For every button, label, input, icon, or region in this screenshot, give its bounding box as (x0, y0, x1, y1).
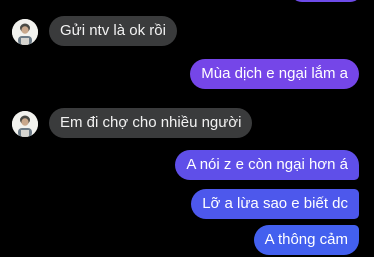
message-bubble-received[interactable]: Em đi chợ cho nhiều người (49, 108, 253, 138)
contact-avatar-icon[interactable] (12, 111, 38, 137)
message-bubble-received[interactable]: Gửi ntv là ok rồi (49, 16, 177, 46)
message-bubble-sent[interactable]: A thông cảm (253, 225, 359, 255)
message-bubble-sent[interactable]: A nói z e còn ngại hơn á (175, 150, 359, 180)
message-bubble-sent[interactable]: Lỡ a lừa sao e biết dc (191, 189, 359, 219)
previous-sent-message-bubble[interactable] (290, 0, 362, 2)
chat-thread: Gửi ntv là ok rồi Mùa dịch e ngại lắm a … (0, 0, 374, 257)
contact-avatar-icon[interactable] (12, 19, 38, 45)
message-bubble-sent[interactable]: Mùa dịch e ngại lắm a (190, 59, 359, 89)
